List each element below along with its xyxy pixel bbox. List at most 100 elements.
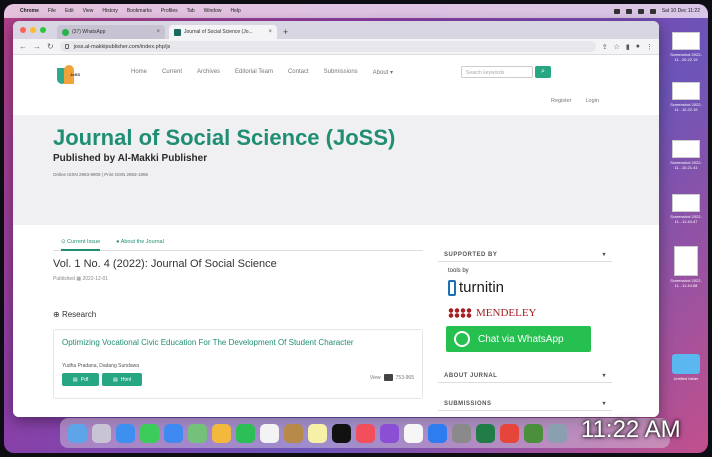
about-journal-header[interactable]: ABOUT JURNAL ▾ (438, 369, 612, 383)
issn-text: Online ISSN 2963-8909 | Print ISSN 2963-… (53, 172, 148, 177)
tab-current-issue[interactable]: ⊙ Current Issue (61, 233, 101, 251)
whatsapp-chat-button[interactable]: Chat via WhatsApp (446, 326, 591, 352)
site-header: JoSS Home Current Archives Editorial Tea… (13, 55, 659, 101)
desktop-folder[interactable]: Untitled folder (668, 354, 704, 381)
music-icon[interactable] (356, 423, 375, 443)
app-store-icon[interactable] (428, 423, 447, 443)
app-icon[interactable] (524, 423, 543, 443)
search-spotlight-icon[interactable] (637, 8, 644, 14)
battery-icon[interactable] (613, 8, 620, 14)
close-window-button[interactable] (20, 27, 26, 33)
nav-current[interactable]: Current (162, 69, 182, 76)
pdf-button[interactable]: ▤ Pdf (62, 373, 99, 386)
menu-help[interactable]: Help (230, 8, 240, 14)
publisher-subtitle: Published by Al-Makki Publisher (53, 153, 208, 164)
apple-tv-icon[interactable] (332, 423, 351, 443)
profile-avatar-icon[interactable]: ● (636, 43, 640, 51)
nav-home[interactable]: Home (131, 69, 147, 76)
desktop-file[interactable]: Screenshot 2022-11...20.22.19 (668, 32, 704, 62)
menubar-clock[interactable]: Sat 10 Dec 11:22 (662, 8, 700, 14)
tab-about-journal[interactable]: ● About the Journal (116, 239, 164, 245)
menu-tab[interactable]: Tab (187, 8, 195, 14)
address-bar-row: ← → ↻ joss.al-makkipublisher.com/index.p… (13, 39, 659, 55)
supported-by-header[interactable]: SUPPORTED BY ▾ (438, 248, 612, 262)
turnitin-logo[interactable]: turnitin (448, 279, 504, 296)
menu-edit[interactable]: Edit (65, 8, 74, 14)
forward-icon[interactable]: → (33, 42, 41, 51)
menu-bookmarks[interactable]: Bookmarks (127, 8, 152, 14)
login-link[interactable]: Login (585, 98, 598, 104)
podcasts-icon[interactable] (380, 423, 399, 443)
zoom-window-button[interactable] (40, 27, 46, 33)
joss-favicon-icon (174, 28, 181, 36)
maps-icon[interactable] (188, 423, 207, 443)
chrome-icon[interactable] (500, 423, 519, 443)
reminders-icon[interactable] (404, 423, 423, 443)
menu-profiles[interactable]: Profiles (161, 8, 178, 14)
url-text: joss.al-makkipublisher.com/index.php/js (73, 43, 171, 50)
minimize-window-button[interactable] (30, 27, 36, 33)
mendeley-icon (448, 308, 472, 318)
search-input[interactable]: Search keywords (461, 66, 533, 78)
search-icon[interactable]: ⌕ (535, 66, 551, 78)
article-title-link[interactable]: Optimizing Vocational Civic Education Fo… (62, 338, 402, 348)
safari-icon[interactable] (116, 423, 135, 443)
close-tab-icon[interactable]: × (268, 29, 272, 35)
more-menu-icon[interactable]: ⋮ (646, 43, 653, 51)
back-icon[interactable]: ← (19, 42, 27, 51)
nav-contact[interactable]: Contact (288, 69, 309, 76)
url-field[interactable]: joss.al-makkipublisher.com/index.php/js (59, 41, 596, 52)
share-icon[interactable]: ⇪ (602, 43, 608, 51)
html-button[interactable]: ▤ Html (102, 373, 142, 386)
trash-icon[interactable] (548, 423, 567, 443)
desktop-file[interactable]: Screenshot 2022-11...10.22.19 (668, 82, 704, 112)
nav-archives[interactable]: Archives (197, 69, 220, 76)
desktop-file[interactable]: Screenshot 2022-11...11.44.47 (668, 194, 704, 224)
mendeley-logo[interactable]: MENDELEY (448, 307, 537, 319)
new-tab-icon[interactable]: + (283, 27, 288, 37)
document-icon: ▤ (112, 376, 118, 383)
sidebar-icon[interactable]: ▮ (626, 43, 630, 51)
whatsapp-icon (454, 331, 470, 347)
messages-icon[interactable] (140, 423, 159, 443)
mail-icon[interactable] (164, 423, 183, 443)
bookmark-star-icon[interactable]: ☆ (614, 43, 620, 51)
menu-view[interactable]: View (83, 8, 94, 14)
page-title: Journal of Social Science (JoSS) (53, 125, 396, 150)
calendar-icon[interactable] (260, 423, 279, 443)
menu-file[interactable]: File (48, 8, 56, 14)
nav-submissions[interactable]: Submissions (324, 69, 358, 76)
tab-strip: (37) WhatsApp × Journal of Social Scienc… (13, 21, 659, 39)
menu-history[interactable]: History (102, 8, 118, 14)
nav-editorial-team[interactable]: Editorial Team (235, 69, 273, 76)
tab-whatsapp[interactable]: (37) WhatsApp × (57, 25, 165, 39)
screenshot-thumbnail (672, 194, 700, 212)
clock-overlay: 11:22 AM (581, 416, 681, 443)
reload-icon[interactable]: ↻ (47, 42, 54, 51)
excel-icon[interactable] (476, 423, 495, 443)
issue-title[interactable]: Vol. 1 No. 4 (2022): Journal Of Social S… (53, 258, 277, 270)
photos-icon[interactable] (212, 423, 231, 443)
wifi-icon[interactable] (625, 8, 632, 14)
desktop-file[interactable]: Screenshot 2022-11...10.21.41 (668, 140, 704, 170)
menu-window[interactable]: Window (204, 8, 222, 14)
control-center-icon[interactable] (649, 8, 656, 14)
launchpad-icon[interactable] (92, 423, 111, 443)
nav-about[interactable]: About ▾ (373, 69, 393, 76)
tab-label: Journal of Social Science (Jo... (184, 29, 253, 35)
facetime-icon[interactable] (236, 423, 255, 443)
finder-icon[interactable] (68, 423, 87, 443)
tab-joss[interactable]: Journal of Social Science (Jo... × (169, 25, 277, 39)
submissions-header[interactable]: SUBMISSIONS ▾ (438, 397, 612, 411)
close-tab-icon[interactable]: × (156, 29, 160, 35)
journal-logo[interactable]: JoSS (57, 65, 80, 85)
desktop-file[interactable]: Screenshot 2022-11...11.44.58 (668, 246, 704, 288)
system-preferences-icon[interactable] (452, 423, 471, 443)
toolbar-icons: ⇪ ☆ ▮ ● ⋮ (602, 43, 653, 51)
site-nav: Home Current Archives Editorial Team Con… (131, 69, 393, 76)
contacts-icon[interactable] (284, 423, 303, 443)
notes-icon[interactable] (308, 423, 327, 443)
register-link[interactable]: Register (551, 98, 571, 104)
section-icon: ⊕ (53, 310, 62, 319)
menu-chrome[interactable]: Chrome (20, 8, 39, 14)
